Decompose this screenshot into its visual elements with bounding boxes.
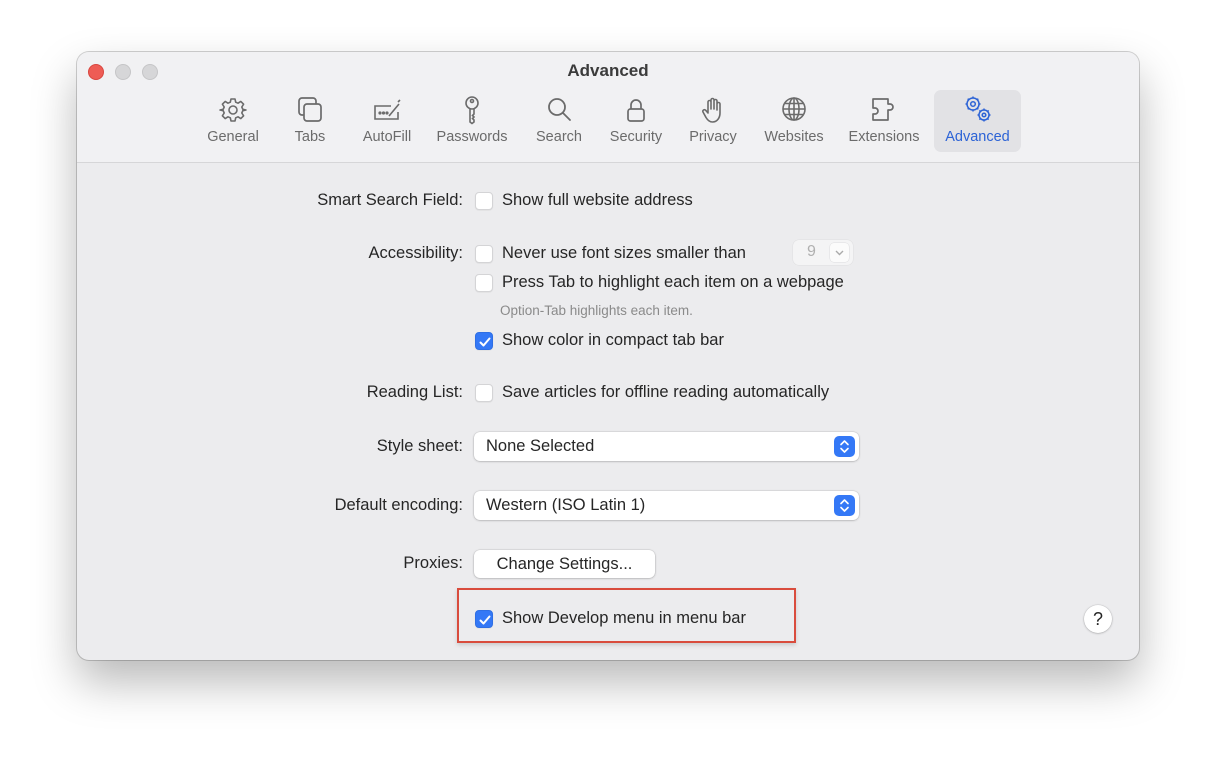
- tab-autofill[interactable]: AutoFill: [354, 90, 420, 152]
- tab-label: Security: [609, 129, 663, 145]
- lock-icon: [620, 94, 652, 126]
- puzzle-icon: [868, 94, 900, 126]
- tab-label: General: [207, 129, 259, 145]
- globe-icon: [778, 94, 810, 126]
- tab-label: Passwords: [436, 129, 508, 145]
- updown-chevron-icon: [834, 436, 855, 457]
- key-icon: [456, 94, 488, 126]
- tab-highlight-hint: Option-Tab highlights each item.: [500, 303, 693, 318]
- autofill-icon: [371, 94, 403, 126]
- style-sheet-select[interactable]: None Selected: [474, 432, 859, 461]
- tab-label: AutoFill: [362, 129, 412, 145]
- smart-search-field-label: Smart Search Field:: [317, 191, 463, 209]
- tab-label: Privacy: [689, 129, 737, 145]
- tab-label: Search: [536, 129, 582, 145]
- tab-privacy[interactable]: Privacy: [682, 90, 744, 152]
- gears-icon: [962, 94, 994, 126]
- checkmark-icon: [479, 337, 491, 347]
- tabs-icon: [294, 94, 326, 126]
- window-title: Advanced: [567, 61, 649, 80]
- proxies-label: Proxies:: [403, 554, 463, 572]
- change-settings-button[interactable]: Change Settings...: [474, 550, 655, 578]
- tab-label: Advanced: [945, 129, 1010, 145]
- accessibility-label: Accessibility:: [368, 244, 463, 262]
- tab-highlight-checkbox[interactable]: [475, 274, 493, 292]
- reading-list-label: Reading List:: [366, 383, 463, 401]
- compact-tab-color-checkbox[interactable]: [475, 332, 493, 350]
- default-encoding-label: Default encoding:: [334, 496, 463, 514]
- offline-reading-checkbox[interactable]: [475, 384, 493, 402]
- develop-menu-checkbox[interactable]: [475, 610, 493, 628]
- tab-extensions[interactable]: Extensions: [841, 90, 927, 152]
- tab-websites[interactable]: Websites: [757, 90, 831, 152]
- show-full-address-option[interactable]: Show full website address: [502, 191, 693, 210]
- tab-label: Extensions: [848, 129, 920, 145]
- updown-chevron-icon: [834, 495, 855, 516]
- toolbar: Advanced General Tabs AutoFill Passwords…: [77, 52, 1139, 163]
- hand-icon: [697, 94, 729, 126]
- tab-tabs[interactable]: Tabs: [282, 90, 338, 152]
- tab-passwords[interactable]: Passwords: [430, 90, 514, 152]
- default-encoding-select[interactable]: Western (ISO Latin 1): [474, 491, 859, 520]
- tab-advanced[interactable]: Advanced: [934, 90, 1021, 152]
- develop-menu-option[interactable]: Show Develop menu in menu bar: [502, 609, 746, 628]
- style-sheet-value: None Selected: [486, 437, 595, 455]
- tab-highlight-option[interactable]: Press Tab to highlight each item on a we…: [502, 273, 844, 292]
- min-font-size-select[interactable]: 9: [793, 240, 853, 265]
- tab-security[interactable]: Security: [602, 90, 670, 152]
- tab-label: Tabs: [294, 129, 326, 145]
- settings-tabs: General Tabs AutoFill Passwords Search S…: [77, 90, 1139, 154]
- min-font-size-option[interactable]: Never use font sizes smaller than: [502, 244, 746, 263]
- default-encoding-value: Western (ISO Latin 1): [486, 496, 646, 514]
- style-sheet-label: Style sheet:: [376, 437, 463, 455]
- min-font-size-checkbox[interactable]: [475, 245, 493, 263]
- tab-label: Websites: [764, 129, 824, 145]
- checkmark-icon: [479, 615, 491, 625]
- tab-general[interactable]: General: [199, 90, 267, 152]
- gear-icon: [217, 94, 249, 126]
- chevron-down-icon: [830, 243, 849, 262]
- help-button[interactable]: ?: [1084, 605, 1112, 633]
- min-font-size-value: 9: [807, 243, 816, 260]
- search-icon: [543, 94, 575, 126]
- compact-tab-color-option[interactable]: Show color in compact tab bar: [502, 331, 724, 350]
- tab-search[interactable]: Search: [529, 90, 589, 152]
- offline-reading-option[interactable]: Save articles for offline reading automa…: [502, 383, 829, 402]
- show-full-address-checkbox[interactable]: [475, 192, 493, 210]
